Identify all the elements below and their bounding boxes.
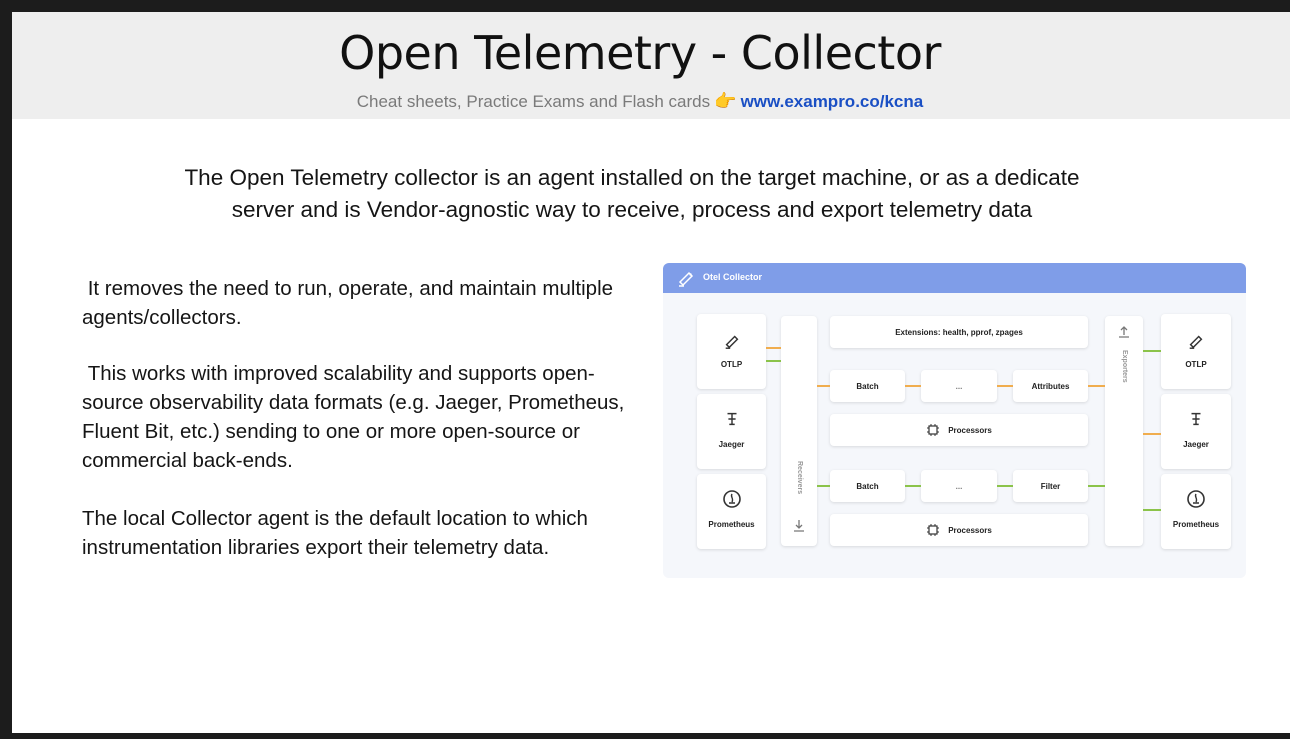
paragraph-scalability: This works with improved scalability and… [82,362,631,472]
batch-label: Batch [856,381,879,391]
pipeline2-ellipsis: ... [921,470,997,502]
connector [1088,385,1105,387]
paragraph-local-agent: The local Collector agent is the default… [82,507,588,559]
chip-icon [927,424,940,436]
connector [817,385,830,387]
prometheus-icon [723,490,741,508]
extensions-label: Extensions: health, pprof, zpages [895,327,1023,337]
input-label: OTLP [720,360,743,369]
input-prometheus: Prometheus [697,474,766,549]
exporters-column: Exporters [1105,316,1143,546]
connector [1143,350,1161,352]
pipeline1-batch: Batch [830,370,905,402]
connector [997,385,1013,387]
export-icon [1119,326,1129,338]
telescope-icon [725,335,739,349]
connector [1143,509,1161,511]
exporters-label: Exporters [1121,350,1128,383]
processors-label: Processors [948,425,992,435]
input-label: Prometheus [708,520,755,529]
prometheus-icon [1187,490,1205,508]
output-label: Prometheus [1172,520,1220,529]
pipeline1-processors: Processors [830,414,1088,446]
telescope-icon [678,271,694,287]
connector [905,385,921,387]
jaeger-icon [727,412,737,426]
intro-line-2: server and is Vendor-agnostic way to rec… [231,197,1033,222]
output-label: OTLP [1185,360,1207,369]
pipeline1-ellipsis: ... [921,370,997,402]
intro-line-1: The Open Telemetry collector is an agent… [184,165,1080,190]
output-prometheus: Prometheus [1161,474,1231,549]
slide-title: Open Telemetry - Collector [339,26,941,80]
receivers-column: Receivers [781,316,817,546]
input-otlp: OTLP [697,314,766,389]
processors-label: Processors [948,525,992,535]
pipeline2-processors: Processors [830,514,1088,546]
exampro-link[interactable]: www.exampro.co/kcna [741,92,924,111]
output-otlp: OTLP [1161,314,1231,389]
otel-collector-diagram: Otel Collector OTLP Jaeger Prometheus Re… [663,263,1246,578]
jaeger-icon [1191,412,1201,426]
slide-header: Open Telemetry - Collector Cheat sheets,… [12,12,1290,119]
input-label: Jaeger [718,440,745,449]
pipeline1-attributes: Attributes [1013,370,1088,402]
pointing-hand-icon: 👉 [714,91,737,111]
filter-label: Filter [1040,481,1061,491]
connector [817,485,830,487]
input-jaeger: Jaeger [697,394,766,469]
connector [766,360,781,362]
output-jaeger: Jaeger [1161,394,1231,469]
pipeline2-filter: Filter [1013,470,1088,502]
intro-text: The Open Telemetry collector is an agent… [82,162,1182,226]
connector [766,347,781,349]
diagram-title: Otel Collector [703,272,763,282]
slide-subtitle: Cheat sheets, Practice Exams and Flash c… [12,91,1268,112]
slide: Open Telemetry - Collector Cheat sheets,… [12,12,1290,733]
diagram-title-bar: Otel Collector [663,263,1246,293]
connector [1143,433,1161,435]
receive-icon [794,520,804,532]
connector [997,485,1013,487]
receivers-label: Receivers [796,461,803,495]
output-label: Jaeger [1183,440,1209,449]
attributes-label: Attributes [1031,381,1070,391]
extensions-box: Extensions: health, pprof, zpages [830,316,1088,348]
connector [905,485,921,487]
paragraph-agents: It removes the need to run, operate, and… [82,277,619,329]
ellipsis-label: ... [955,481,963,491]
chip-icon [927,524,940,536]
pipeline2-batch: Batch [830,470,905,502]
batch-label: Batch [856,481,879,491]
connector [1088,485,1105,487]
telescope-icon [1189,335,1203,349]
ellipsis-label: ... [955,381,963,391]
subtitle-text: Cheat sheets, Practice Exams and Flash c… [356,92,711,111]
